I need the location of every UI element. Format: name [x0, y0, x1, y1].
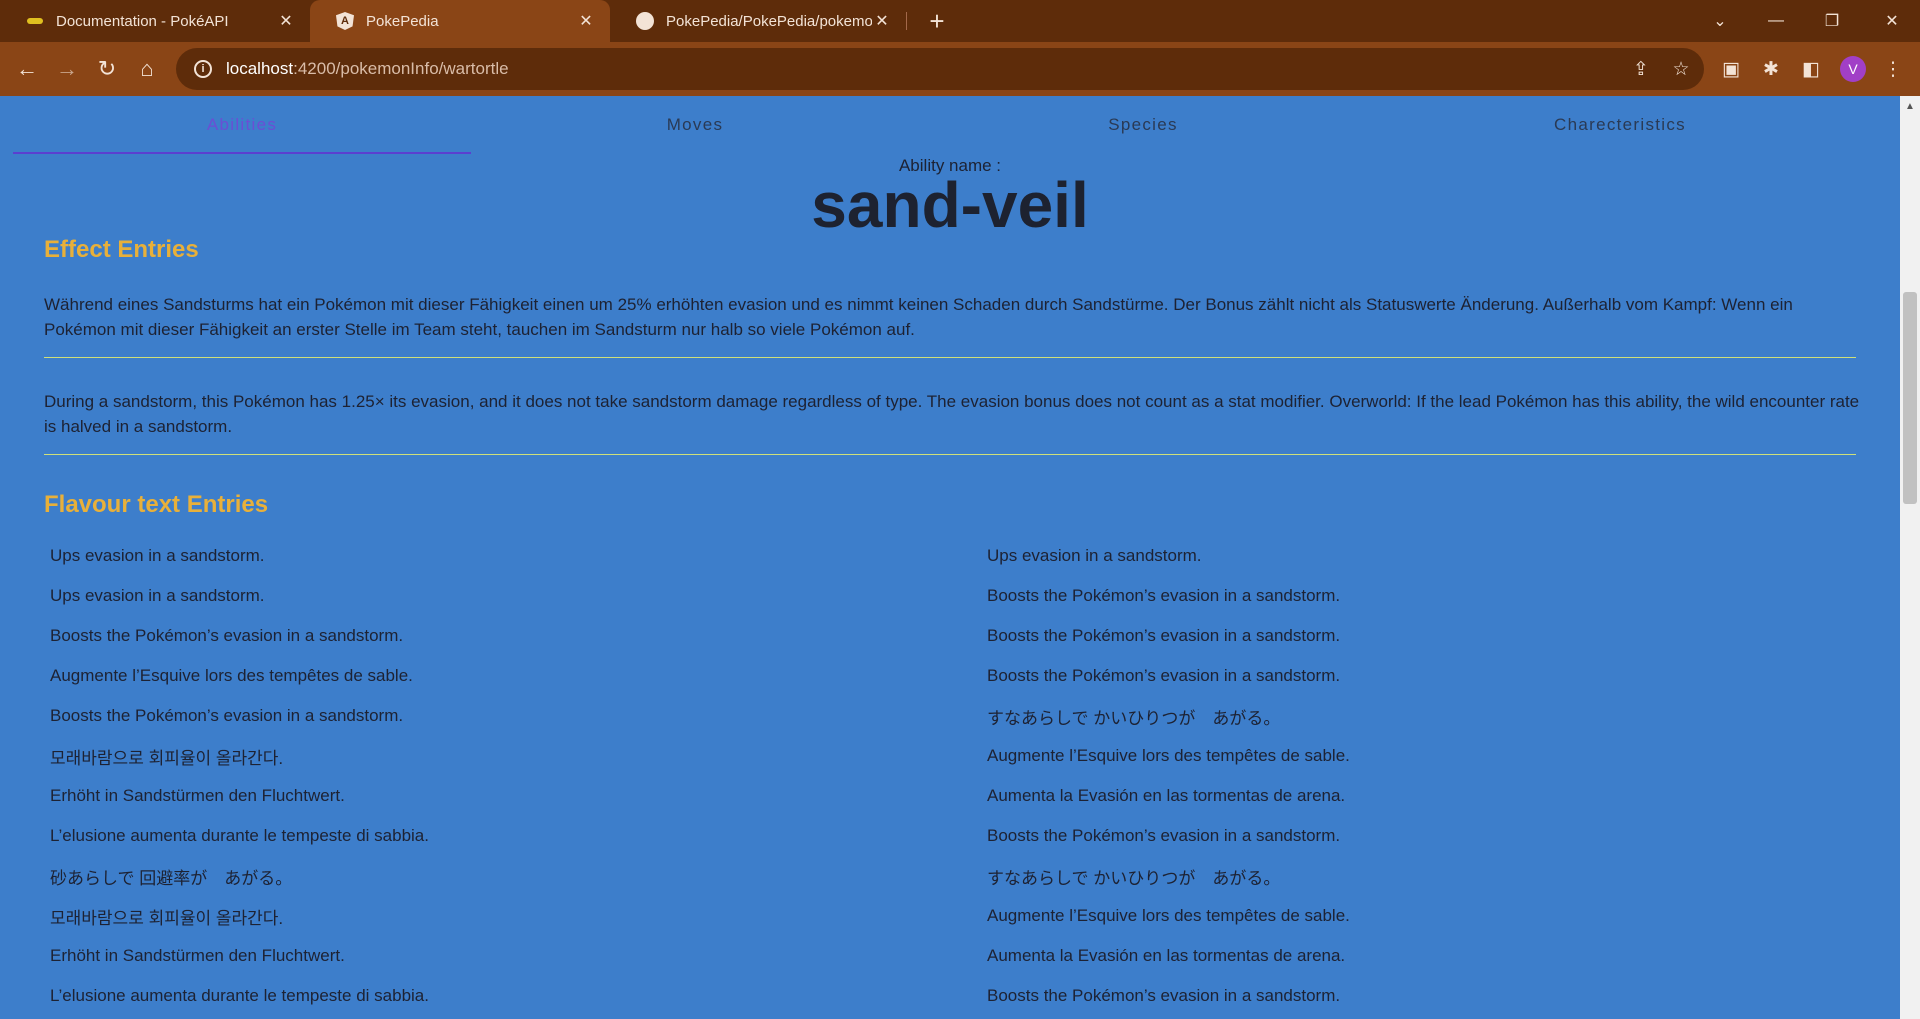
back-arrow-icon[interactable]: ←	[10, 52, 44, 86]
tab-separator	[906, 12, 907, 30]
browser-tab-github[interactable]: PokePedia/PokePedia/pokemon ✕	[610, 0, 906, 42]
flavour-entries-title: Flavour text Entries	[44, 491, 269, 518]
scrollbar-thumb[interactable]	[1903, 292, 1917, 504]
flavour-entry: すなあらしで かいひりつが あがる。	[987, 868, 1281, 888]
site-info-icon[interactable]: i	[194, 60, 212, 78]
github-favicon-icon	[636, 12, 654, 30]
flavour-entry: すなあらしで かいひりつが あがる。	[987, 708, 1281, 728]
divider	[44, 357, 1856, 358]
flavour-column-left: Ups evasion in a sandstorm. Ups evasion …	[50, 536, 950, 1016]
angular-favicon-icon: A	[336, 12, 354, 30]
flavour-entry: Boosts the Pokémon’s evasion in a sandst…	[987, 586, 1341, 605]
browser-tab-pokeapi-docs[interactable]: Documentation - PokéAPI ✕	[0, 0, 310, 42]
browser-tab-title: PokePedia/PokePedia/pokemon	[666, 12, 872, 30]
extensions-puzzle-icon[interactable]: ✱	[1756, 54, 1786, 84]
effect-entries-title: Effect Entries	[44, 236, 199, 263]
flavour-entry: Erhöht in Sandstürmen den Fluchtwert.	[50, 946, 345, 965]
active-tab-indicator	[13, 152, 471, 154]
effect-entry-german: Während eines Sandsturms hat ein Pokémon…	[44, 295, 1793, 339]
flavour-entry: Aumenta la Evasión en las tormentas de a…	[987, 946, 1346, 965]
ability-name: sand-veil	[811, 169, 1089, 241]
flavour-entry: Boosts the Pokémon’s evasion in a sandst…	[987, 626, 1341, 645]
url-path: :4200/pokemonInfo/wartortle	[293, 59, 509, 78]
flavour-entry: Ups evasion in a sandstorm.	[50, 586, 265, 605]
browser-tab-title: Documentation - PokéAPI	[56, 12, 229, 30]
tab-species[interactable]: Species	[919, 96, 1367, 154]
flavour-entry: L’elusione aumenta durante le tempeste d…	[50, 986, 429, 1005]
side-panel-icon[interactable]: ◧	[1796, 54, 1826, 84]
flavour-entry: Boosts the Pokémon’s evasion in a sandst…	[50, 706, 404, 725]
share-icon[interactable]: ⇪	[1628, 56, 1654, 82]
reload-icon[interactable]: ↻	[90, 52, 124, 86]
media-icon[interactable]: ▣	[1716, 54, 1746, 84]
divider	[44, 454, 1856, 455]
browser-toolbar: ← → ↻ ⌂ i localhost:4200/pokemonInfo/war…	[0, 42, 1920, 96]
ability-tabs: Abilities Moves Species Charecteristics	[13, 96, 1873, 154]
flavour-entry: 砂あらしで 回避率が あがる。	[50, 868, 293, 888]
tab-abilities[interactable]: Abilities	[13, 96, 471, 154]
tab-charecteristics[interactable]: Charecteristics	[1367, 96, 1873, 154]
flavour-entry: Ups evasion in a sandstorm.	[987, 546, 1202, 565]
flavour-entry: Boosts the Pokémon’s evasion in a sandst…	[50, 626, 404, 645]
profile-avatar[interactable]: V	[1840, 56, 1866, 82]
flavour-entry: Boosts the Pokémon’s evasion in a sandst…	[987, 986, 1341, 1005]
vertical-scrollbar[interactable]	[1900, 96, 1920, 1019]
bookmark-star-icon[interactable]: ☆	[1668, 56, 1694, 82]
flavour-entry: 모래바람으로 회피율이 올라간다.	[50, 908, 284, 928]
flavour-entry: Ups evasion in a sandstorm.	[50, 546, 265, 565]
pokeapi-favicon-icon	[26, 12, 44, 30]
flavour-entry: Aumenta la Evasión en las tormentas de a…	[987, 786, 1346, 805]
tab-moves[interactable]: Moves	[471, 96, 919, 154]
tab-search-chevron-icon[interactable]: ⌄	[1692, 0, 1748, 42]
flavour-entry: Erhöht in Sandstürmen den Fluchtwert.	[50, 786, 345, 805]
flavour-entry: Boosts the Pokémon’s evasion in a sandst…	[987, 666, 1341, 685]
close-icon[interactable]: ✕	[872, 11, 892, 31]
minimize-icon[interactable]: —	[1748, 0, 1804, 42]
forward-arrow-icon[interactable]: →	[50, 52, 84, 86]
home-icon[interactable]: ⌂	[130, 52, 164, 86]
flavour-entry: Augmente l’Esquive lors des tempêtes de …	[50, 666, 413, 685]
scroll-up-arrow-icon[interactable]: ▲	[1900, 96, 1920, 116]
flavour-entry: 모래바람으로 회피율이 올라간다.	[50, 748, 284, 768]
flavour-entry: Augmente l’Esquive lors des tempêtes de …	[987, 906, 1350, 925]
flavour-entry: Augmente l’Esquive lors des tempêtes de …	[987, 746, 1350, 765]
page-content: Abilities Moves Species Charecteristics …	[0, 96, 1900, 1019]
restore-icon[interactable]: ❐	[1804, 0, 1860, 42]
effect-entry-english: During a sandstorm, this Pokémon has 1.2…	[44, 392, 1860, 436]
window-close-icon[interactable]: ✕	[1864, 0, 1920, 42]
browser-tab-title: PokePedia	[366, 12, 439, 30]
menu-kebab-icon[interactable]: ⋮	[1878, 54, 1908, 84]
close-icon[interactable]: ✕	[276, 11, 296, 31]
flavour-entry: L’elusione aumenta durante le tempeste d…	[50, 826, 429, 845]
flavour-column-right: Ups evasion in a sandstorm. Boosts the P…	[987, 536, 1887, 1016]
browser-tab-pokepedia[interactable]: A PokePedia ✕	[310, 0, 610, 42]
browser-tabstrip: Documentation - PokéAPI ✕ A PokePedia ✕ …	[0, 0, 1920, 42]
address-bar[interactable]: i localhost:4200/pokemonInfo/wartortle ⇪…	[176, 48, 1704, 90]
new-tab-plus-icon[interactable]: +	[922, 6, 952, 36]
url-host: localhost	[226, 59, 294, 78]
close-icon[interactable]: ✕	[576, 11, 596, 31]
flavour-entry: Boosts the Pokémon’s evasion in a sandst…	[987, 826, 1341, 845]
